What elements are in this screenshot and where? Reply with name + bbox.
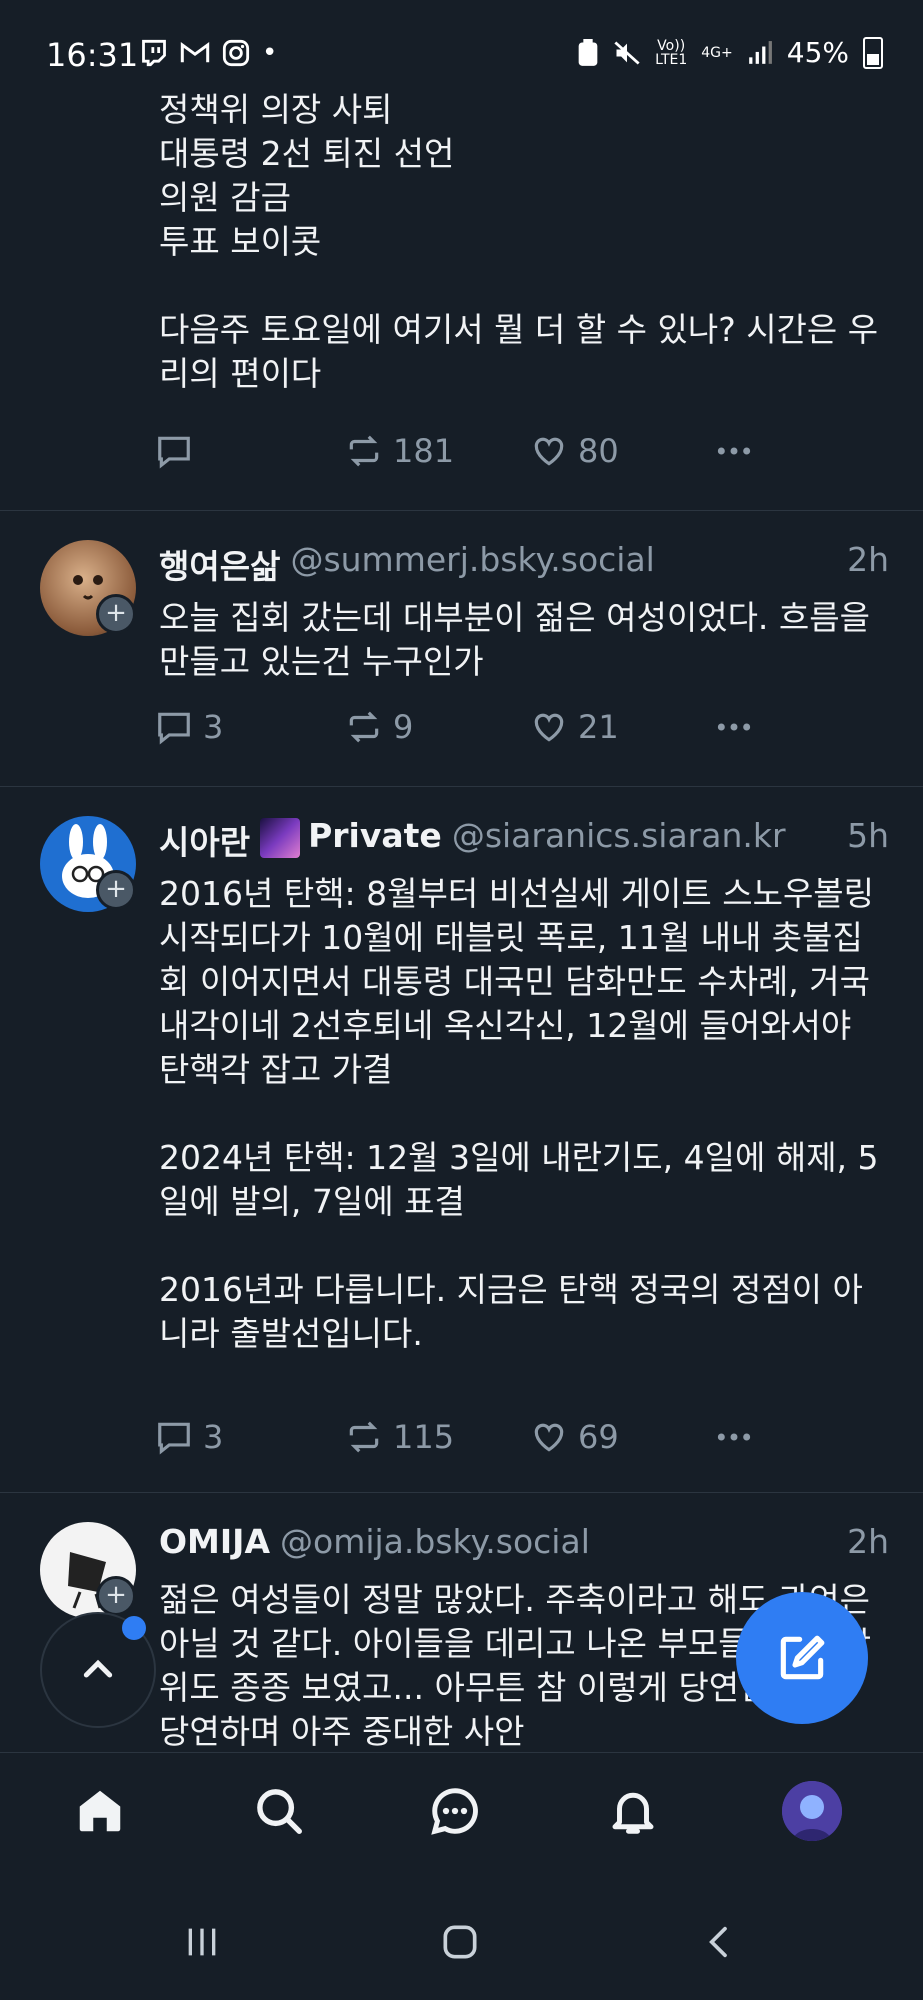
post-header: OMIJA @omija.bsky.social 2h bbox=[159, 1522, 889, 1561]
more-icon bbox=[717, 447, 751, 455]
repost-button[interactable]: 181 bbox=[345, 432, 454, 470]
reply-count: 3 bbox=[203, 708, 224, 746]
repost-icon bbox=[349, 1421, 379, 1453]
repost-button[interactable]: 115 bbox=[345, 1418, 454, 1456]
author-name[interactable]: OMIJA bbox=[159, 1522, 270, 1561]
post-time: 5h bbox=[847, 816, 889, 855]
repost-button[interactable]: 9 bbox=[345, 708, 413, 746]
repost-count: 9 bbox=[393, 708, 414, 746]
reply-button[interactable] bbox=[155, 432, 203, 470]
home-button[interactable] bbox=[430, 1912, 490, 1972]
heart-icon bbox=[534, 713, 564, 742]
new-posts-dot bbox=[122, 1616, 146, 1640]
search-icon bbox=[257, 1789, 302, 1834]
post-actions: 181 80 bbox=[155, 432, 755, 480]
more-options-button[interactable] bbox=[715, 432, 753, 470]
post-actions: 3 115 69 bbox=[155, 1418, 755, 1466]
author-name[interactable]: 시아란 bbox=[159, 816, 250, 864]
post-actions: 3 9 21 bbox=[155, 708, 755, 756]
author-name[interactable]: 행여은삶 bbox=[159, 540, 280, 588]
post-1[interactable]: 정책위 의장 사퇴 대통령 2선 퇴진 선언 의원 감금 투표 보이콧 다음주 … bbox=[0, 0, 923, 511]
back-icon bbox=[709, 1926, 727, 1958]
back-button[interactable] bbox=[690, 1912, 750, 1972]
repost-icon bbox=[349, 435, 379, 467]
system-navigation bbox=[0, 1882, 923, 2000]
reply-button[interactable]: 3 bbox=[155, 708, 223, 746]
author-name-suffix[interactable]: Private bbox=[308, 816, 442, 864]
tab-home[interactable] bbox=[70, 1781, 130, 1841]
author-handle[interactable]: @omija.bsky.social bbox=[280, 1522, 590, 1561]
recent-apps-button[interactable] bbox=[172, 1912, 232, 1972]
post-header: 시아란 Private @siaranics.siaran.kr 5h bbox=[159, 816, 889, 864]
post-body: 2016년 탄핵: 8월부터 비선실세 게이트 스노우볼링 시작되다가 10월에… bbox=[159, 874, 879, 1353]
like-count: 21 bbox=[578, 708, 619, 746]
follow-plus-icon[interactable]: + bbox=[96, 594, 136, 634]
post-body: 오늘 집회 갔는데 대부분이 젊은 여성이었다. 흐름을 만들고 있는건 누구인… bbox=[159, 598, 881, 681]
follow-plus-icon[interactable]: + bbox=[96, 870, 136, 910]
tab-search[interactable] bbox=[249, 1781, 309, 1841]
heart-icon bbox=[534, 437, 564, 466]
post-time: 2h bbox=[847, 540, 889, 579]
like-button[interactable]: 80 bbox=[530, 432, 619, 470]
compose-button[interactable] bbox=[736, 1592, 868, 1724]
more-icon bbox=[717, 723, 751, 731]
repost-count: 181 bbox=[393, 432, 455, 470]
more-icon bbox=[717, 1433, 751, 1441]
reply-count: 3 bbox=[203, 1418, 224, 1456]
heart-icon bbox=[534, 1423, 564, 1452]
home-icon bbox=[79, 1790, 121, 1832]
follow-plus-icon[interactable]: + bbox=[96, 1576, 136, 1616]
like-button[interactable]: 69 bbox=[530, 1418, 619, 1456]
compose-icon bbox=[780, 1635, 825, 1680]
like-count: 80 bbox=[578, 432, 619, 470]
profile-avatar bbox=[782, 1781, 842, 1841]
recent-apps-icon bbox=[188, 1928, 216, 1956]
bell-icon bbox=[612, 1792, 654, 1834]
post-body: 정책위 의장 사퇴 대통령 2선 퇴진 선언 의원 감금 투표 보이콧 다음주 … bbox=[159, 90, 879, 393]
more-options-button[interactable] bbox=[715, 1418, 753, 1456]
post-time: 2h bbox=[847, 1522, 889, 1561]
reply-button[interactable]: 3 bbox=[155, 1418, 223, 1456]
home-circle-icon bbox=[443, 1925, 477, 1959]
repost-icon bbox=[349, 711, 379, 743]
chevron-up-icon bbox=[83, 1659, 113, 1678]
reply-icon bbox=[158, 1422, 190, 1455]
tab-notifications[interactable] bbox=[603, 1781, 663, 1841]
tab-chat[interactable] bbox=[425, 1781, 485, 1841]
author-handle[interactable]: @siaranics.siaran.kr bbox=[452, 816, 786, 864]
reply-icon bbox=[158, 436, 190, 469]
reply-icon bbox=[158, 712, 190, 745]
author-handle[interactable]: @summerj.bsky.social bbox=[290, 540, 654, 588]
more-options-button[interactable] bbox=[715, 708, 753, 746]
repost-count: 115 bbox=[393, 1418, 455, 1456]
bottom-tab-bar bbox=[0, 1752, 923, 1883]
post-3[interactable]: + 시아란 Private @siaranics.siaran.kr 5h 20… bbox=[0, 786, 923, 1493]
like-count: 69 bbox=[578, 1418, 619, 1456]
galaxy-emoji-icon bbox=[260, 818, 301, 858]
chat-icon bbox=[431, 1788, 478, 1835]
post-2[interactable]: + 행여은삶 @summerj.bsky.social 2h 오늘 집회 갔는데… bbox=[0, 510, 923, 787]
like-button[interactable]: 21 bbox=[530, 708, 619, 746]
tab-profile[interactable] bbox=[782, 1781, 842, 1841]
post-header: 행여은삶 @summerj.bsky.social 2h bbox=[159, 540, 889, 588]
